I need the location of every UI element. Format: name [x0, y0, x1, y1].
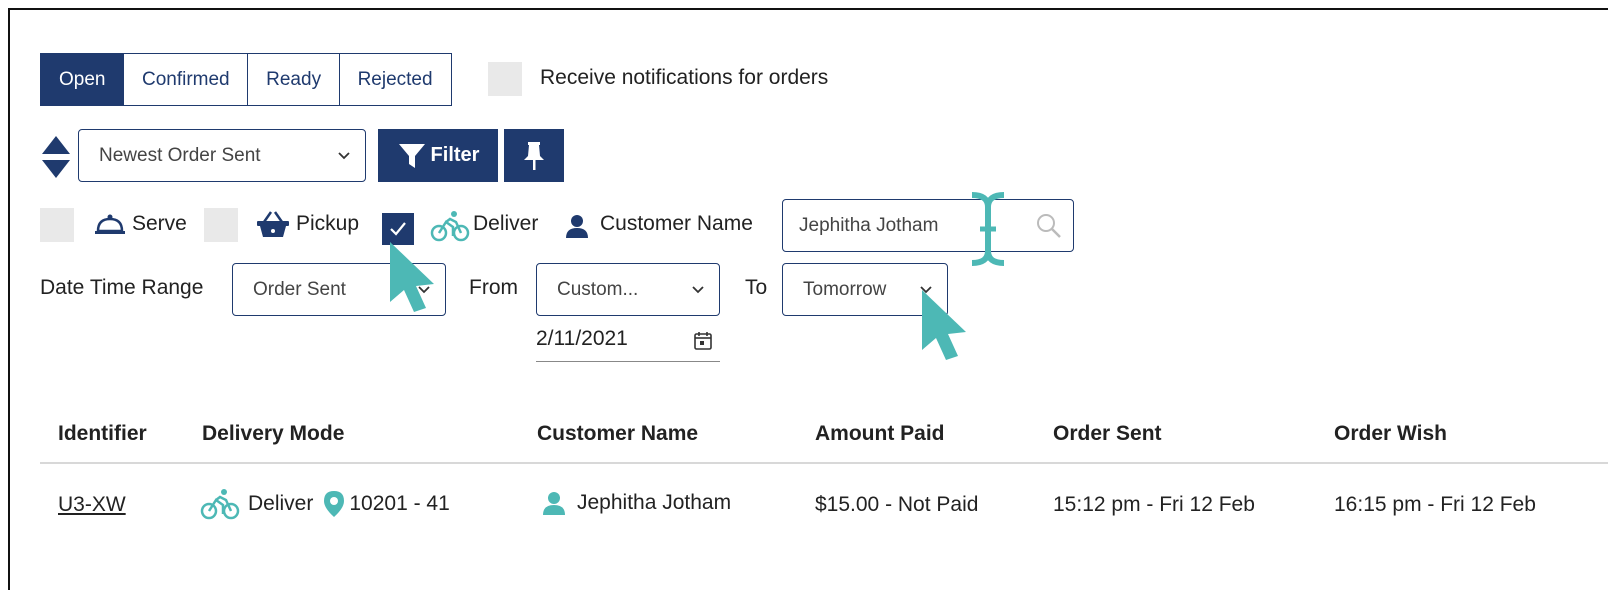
order-identifier-link[interactable]: U3-XW: [58, 493, 126, 517]
customer-name-input[interactable]: Jephitha Jotham: [782, 199, 1074, 252]
chevron-down-icon: [338, 151, 350, 159]
header-order-wish: Order Wish: [1334, 422, 1447, 445]
cell-delivery-mode: Deliver 10201 - 41: [200, 488, 450, 520]
pin-icon: [524, 141, 544, 170]
chevron-down-icon: [692, 285, 704, 293]
notifications-label: Receive notifications for orders: [540, 66, 829, 89]
tab-rejected[interactable]: Rejected: [338, 53, 452, 106]
chevron-down-icon: [920, 285, 932, 293]
from-select[interactable]: Custom...: [536, 263, 720, 316]
calendar-icon[interactable]: [692, 330, 714, 352]
sort-select[interactable]: Newest Order Sent: [78, 129, 366, 182]
date-range-label: Date Time Range: [40, 276, 204, 299]
person-icon: [543, 492, 565, 515]
header-identifier: Identifier: [58, 422, 147, 445]
tab-ready[interactable]: Ready: [247, 53, 341, 106]
person-icon: [564, 213, 590, 239]
tab-confirmed[interactable]: Confirmed: [122, 53, 249, 106]
cell-customer-name: Jephitha Jotham: [541, 490, 731, 516]
basket-icon: [256, 210, 290, 238]
header-order-sent: Order Sent: [1053, 422, 1162, 445]
from-date-input[interactable]: 2/11/2021: [536, 322, 720, 362]
customer-name-filter-label: Customer Name: [600, 212, 753, 235]
header-customer-name: Customer Name: [537, 422, 699, 445]
header-amount-paid: Amount Paid: [815, 422, 945, 445]
serve-cloche-icon: [94, 213, 126, 237]
cell-order-sent: 15:12 pm - Fri 12 Feb: [1053, 493, 1255, 516]
sort-select-value: Newest Order Sent: [99, 144, 261, 166]
notifications-checkbox[interactable]: [488, 62, 522, 96]
customer-name-input-value: Jephitha Jotham: [799, 214, 939, 236]
to-label: To: [745, 276, 768, 299]
funnel-icon: [398, 143, 425, 168]
cell-order-wish: 16:15 pm - Fri 12 Feb: [1334, 493, 1536, 516]
header-delivery-mode: Delivery Mode: [202, 422, 345, 445]
date-type-select-value: Order Sent: [253, 278, 346, 300]
deliver-checkbox[interactable]: [382, 213, 414, 245]
chevron-down-icon: [418, 285, 430, 293]
bicycle-icon: [430, 210, 470, 242]
cell-identifier[interactable]: U3-XW: [58, 493, 126, 517]
from-select-value: Custom...: [557, 278, 639, 300]
filter-button[interactable]: Filter: [378, 129, 498, 182]
location-text: 10201 - 41: [349, 492, 450, 515]
pickup-label: Pickup: [296, 212, 360, 235]
bicycle-icon: [200, 489, 240, 520]
cell-amount-paid: $15.00 - Not Paid: [815, 493, 979, 516]
pin-button[interactable]: [504, 129, 564, 182]
status-tabs: Open Confirmed Ready Rejected: [40, 53, 452, 106]
to-select[interactable]: Tomorrow: [782, 263, 948, 316]
from-label: From: [469, 276, 518, 299]
filter-button-label: Filter: [430, 144, 480, 166]
to-select-value: Tomorrow: [803, 278, 887, 300]
serve-checkbox[interactable]: [40, 208, 74, 242]
tab-open[interactable]: Open: [40, 53, 125, 106]
deliver-label: Deliver: [473, 212, 539, 235]
date-type-select[interactable]: Order Sent: [232, 263, 446, 316]
delivery-mode-text: Deliver: [248, 492, 314, 515]
customer-name-text: Jephitha Jotham: [577, 491, 732, 514]
checkmark-icon: [390, 222, 406, 236]
app-frame: Open Confirmed Ready Rejected Receive no…: [8, 8, 1608, 590]
serve-label: Serve: [132, 212, 187, 235]
pickup-checkbox[interactable]: [204, 208, 238, 242]
from-date-value: 2/11/2021: [536, 327, 628, 350]
location-pin-icon: [324, 491, 345, 517]
table-divider: [40, 462, 1608, 464]
sort-toggle-icon[interactable]: [40, 134, 72, 180]
search-icon[interactable]: [1035, 212, 1063, 240]
text-cursor-icon: [968, 191, 1008, 267]
